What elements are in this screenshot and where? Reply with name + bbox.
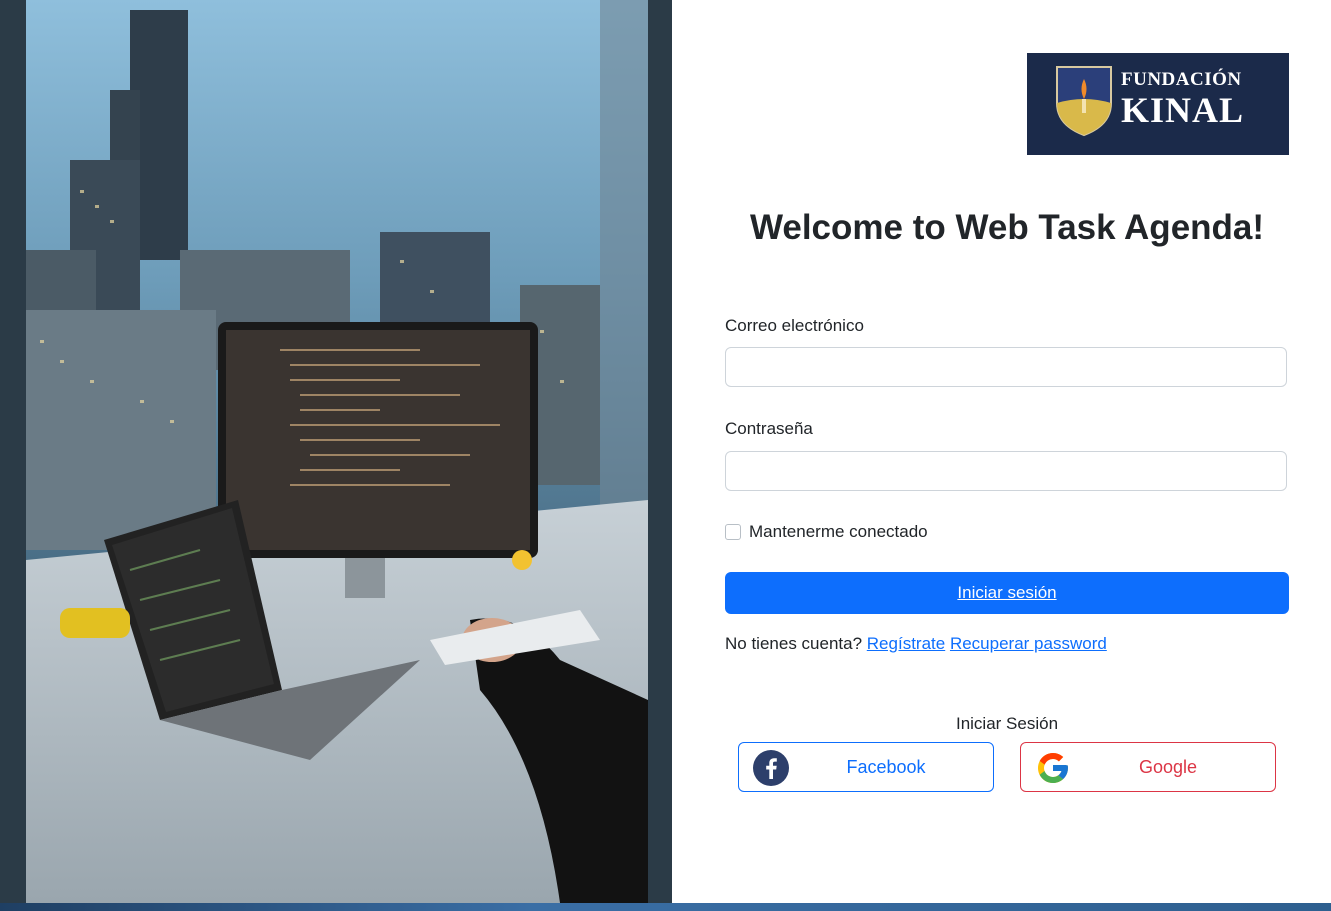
- recover-password-link[interactable]: Recuperar password: [950, 634, 1107, 653]
- logo-text-top: FUNDACIÓN: [1121, 69, 1242, 90]
- city-desk-photo-icon: [0, 0, 672, 903]
- google-icon: [1038, 753, 1068, 783]
- bottom-strip: [0, 903, 1331, 911]
- remember-me-label[interactable]: Mantenerme conectado: [749, 522, 928, 542]
- password-label: Contraseña: [725, 419, 813, 438]
- facebook-login-button[interactable]: Facebook: [738, 742, 994, 792]
- no-account-text: No tienes cuenta?: [725, 634, 863, 653]
- hero-photo: [0, 0, 672, 903]
- signup-row: No tienes cuenta? Regístrate Recuperar p…: [725, 634, 1107, 654]
- register-link[interactable]: Regístrate: [867, 634, 945, 653]
- facebook-icon: [753, 750, 789, 786]
- social-login-title: Iniciar Sesión: [955, 714, 1059, 733]
- page-title: Welcome to Web Task Agenda!: [749, 208, 1265, 247]
- shield-icon: [1056, 66, 1112, 137]
- logo-text-bottom: KINAL: [1121, 90, 1245, 130]
- email-field[interactable]: [725, 347, 1287, 387]
- login-button[interactable]: Iniciar sesión: [725, 572, 1289, 614]
- email-label: Correo electrónico: [725, 316, 864, 335]
- remember-me-row: Mantenerme conectado: [725, 522, 928, 542]
- remember-me-checkbox[interactable]: [725, 524, 741, 540]
- password-field[interactable]: [725, 451, 1287, 491]
- fundacion-kinal-logo: FUNDACIÓN KINAL: [1027, 53, 1289, 155]
- google-login-button[interactable]: Google: [1020, 742, 1276, 792]
